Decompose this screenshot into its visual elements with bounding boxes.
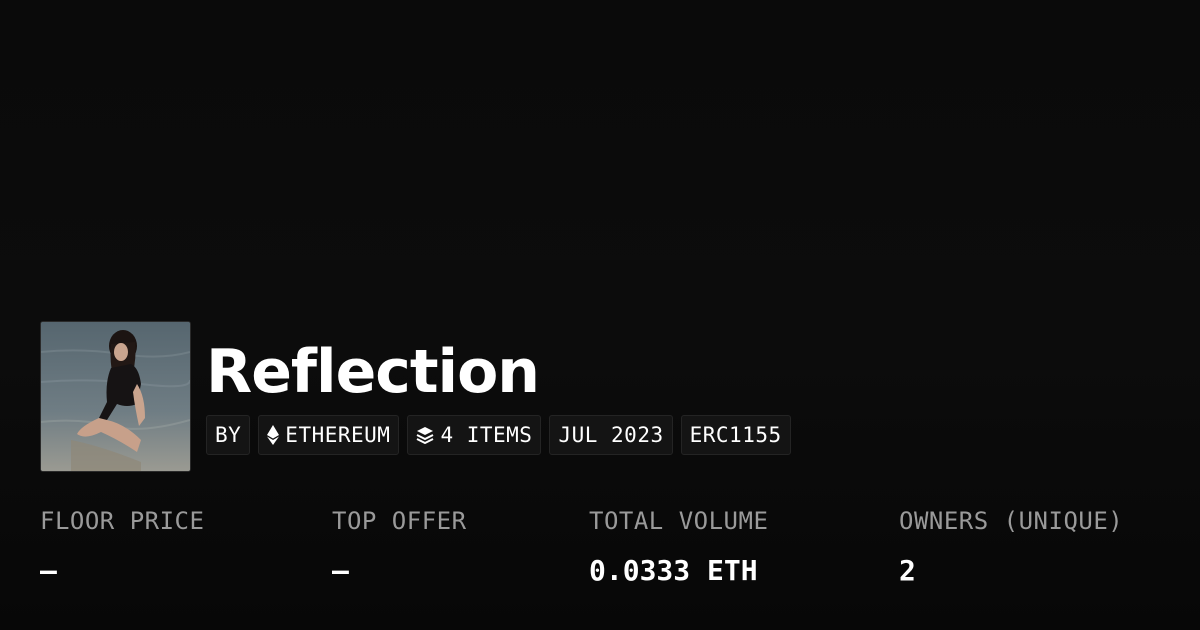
layers-icon xyxy=(416,426,434,444)
stat-value: — xyxy=(332,554,349,587)
stat-label: FLOOR PRICE xyxy=(40,507,205,535)
stat-value: 2 xyxy=(899,554,916,587)
collection-title: Reflection xyxy=(206,337,540,407)
tag-date: JUL 2023 xyxy=(549,415,673,455)
tag-standard: ERC1155 xyxy=(680,415,791,455)
stat-value: — xyxy=(40,554,57,587)
tag-items[interactable]: 4 ITEMS xyxy=(407,415,542,455)
stat-floor-price: FLOOR PRICE — xyxy=(40,503,204,589)
stat-label: TOTAL VOLUME xyxy=(589,507,769,535)
tag-standard-label: ERC1155 xyxy=(689,423,782,447)
tag-items-label: 4 ITEMS xyxy=(440,423,533,447)
collection-tags: BY ETHEREUM 4 ITEMS JUL 2023 ERC1155 xyxy=(206,415,791,455)
stat-label: OWNERS (UNIQUE) xyxy=(899,507,1124,535)
stat-top-offer: TOP OFFER — xyxy=(332,503,467,589)
stat-total-volume: TOTAL VOLUME 0.0333 ETH xyxy=(589,503,768,589)
avatar-image xyxy=(41,322,190,471)
ethereum-icon xyxy=(267,425,280,445)
collection-avatar[interactable] xyxy=(40,321,191,472)
tag-date-label: JUL 2023 xyxy=(558,423,664,447)
stat-label: TOP OFFER xyxy=(332,507,467,535)
tag-chain-label: ETHEREUM xyxy=(285,423,391,447)
stat-owners: OWNERS (UNIQUE) 2 xyxy=(899,503,1123,589)
stat-value: 0.0333 ETH xyxy=(589,554,758,587)
tag-chain[interactable]: ETHEREUM xyxy=(258,415,400,455)
tag-by[interactable]: BY xyxy=(206,415,251,455)
tag-by-label: BY xyxy=(215,423,242,447)
